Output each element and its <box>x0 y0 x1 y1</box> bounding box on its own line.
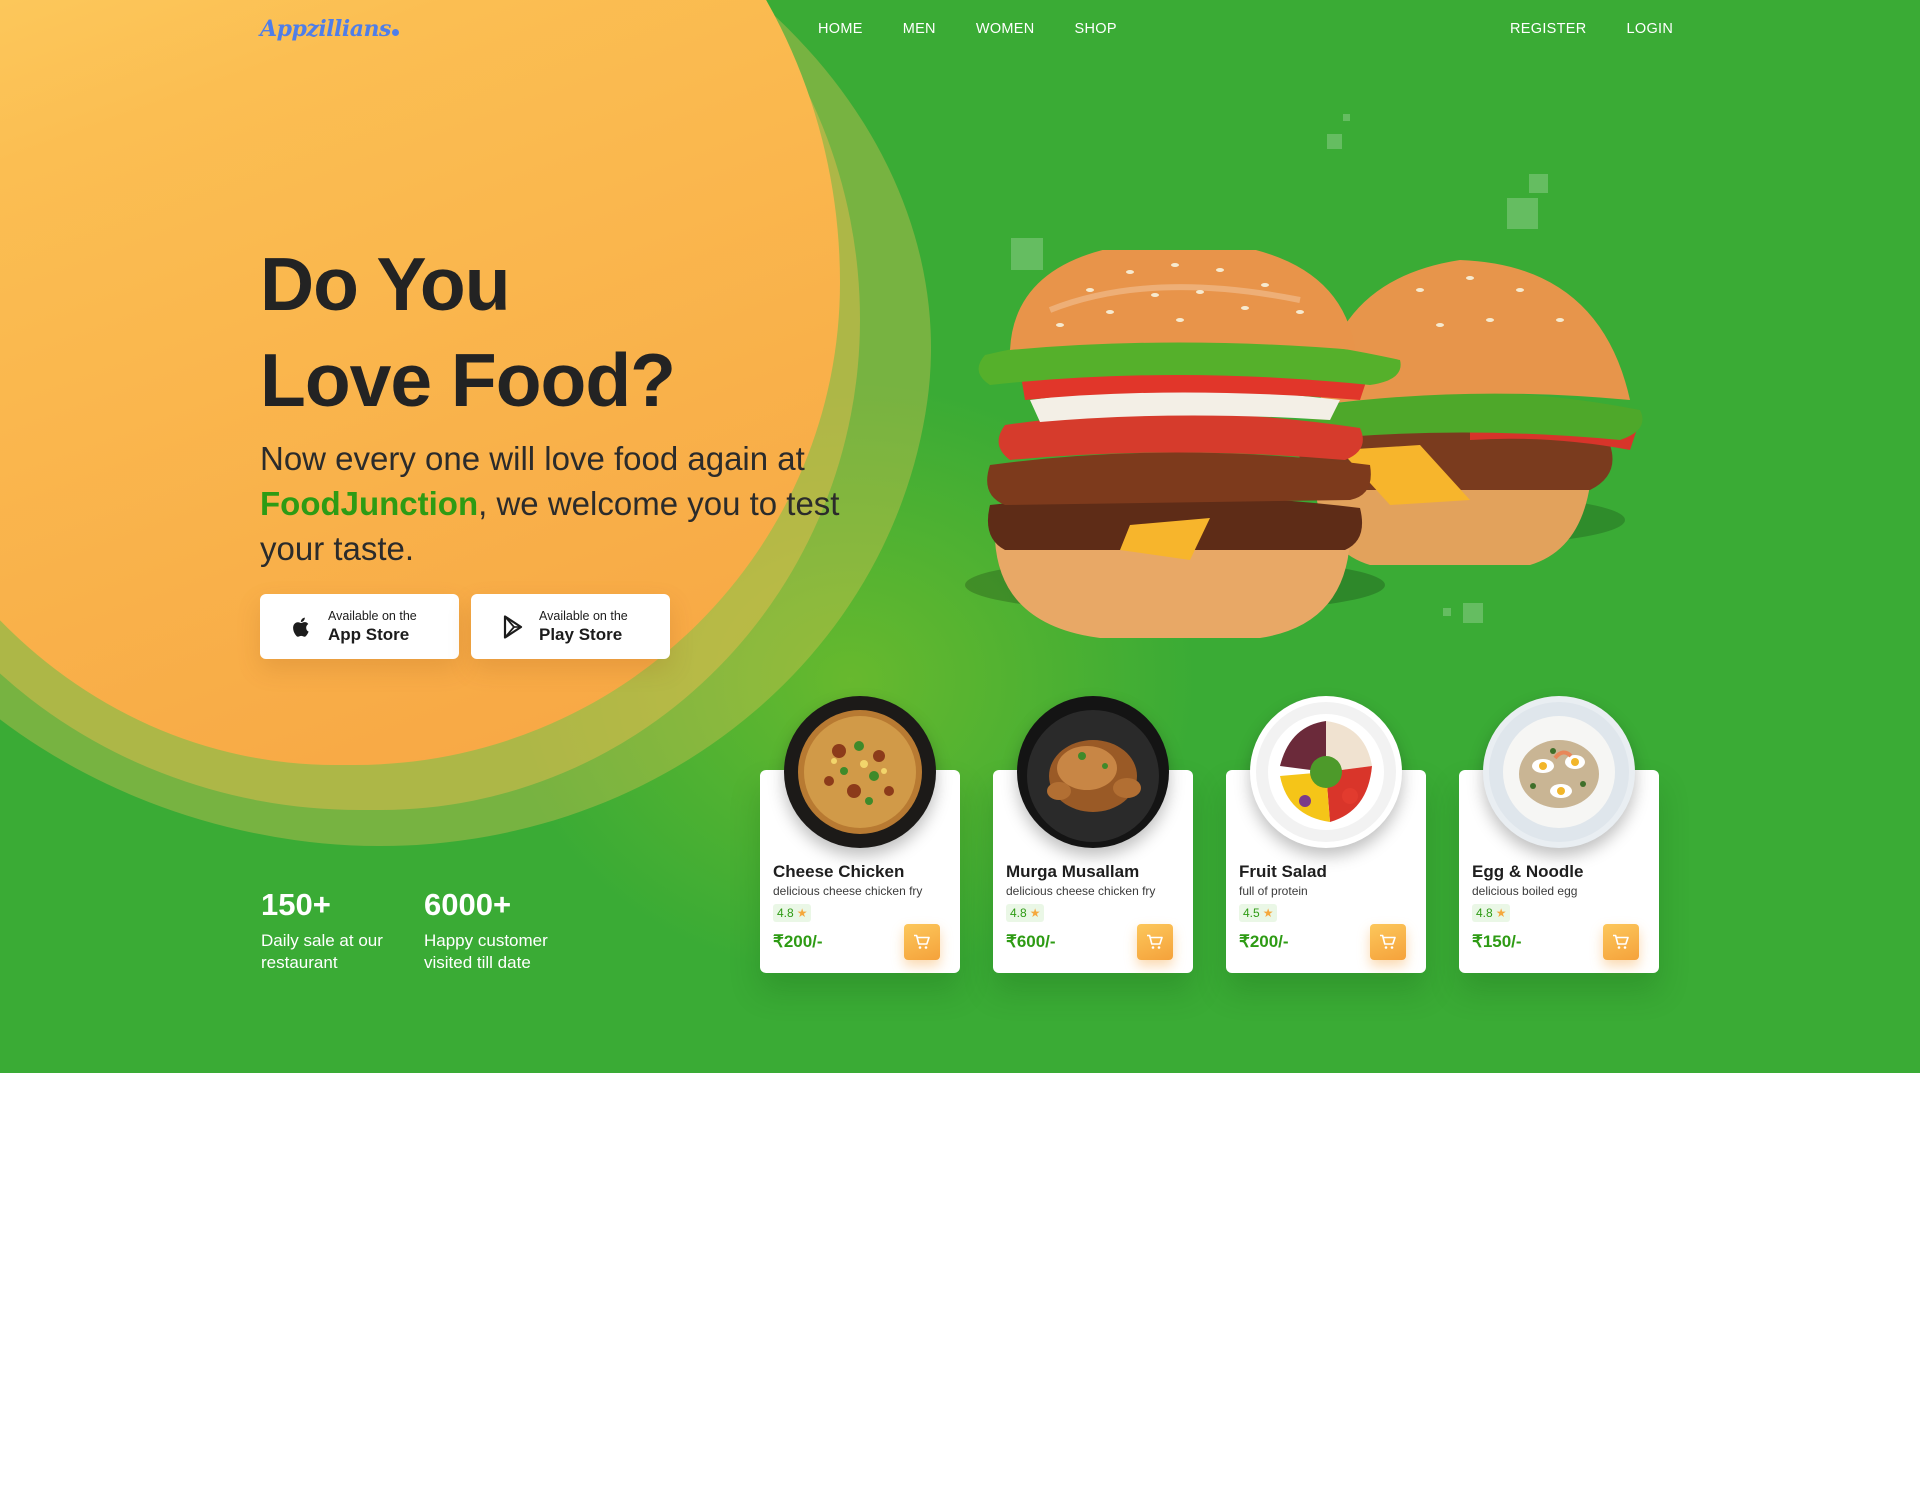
auth-nav: REGISTER LOGIN <box>1510 21 1673 37</box>
rating-value: 4.8 <box>1010 906 1027 920</box>
logo-dot <box>391 29 399 36</box>
brand-logo[interactable]: Appzillians <box>260 16 399 48</box>
rating-badge: 4.8 ★ <box>1006 904 1045 922</box>
murga-musallam-image <box>1017 696 1169 848</box>
dish-price: ₹600/- <box>1006 932 1056 951</box>
play-store-button[interactable]: Available on the Play Store <box>471 594 670 659</box>
app-store-small: Available on the <box>328 608 417 623</box>
subtitle-brand-name: FoodJunction <box>260 485 479 522</box>
rating-badge: 4.8 ★ <box>1472 904 1511 922</box>
hero-headline: Do You Love Food? <box>260 236 900 428</box>
rating-value: 4.8 <box>777 906 794 920</box>
dish-description: delicious boiled egg <box>1472 884 1578 898</box>
dish-description: delicious cheese chicken fry <box>1006 884 1156 898</box>
stat-label: Daily sale at our restaurant <box>261 931 383 972</box>
decor-square <box>1529 174 1548 193</box>
fruit-salad-image <box>1250 696 1402 848</box>
dish-name: Cheese Chicken <box>773 862 905 881</box>
add-to-cart-button[interactable] <box>1603 924 1639 960</box>
subtitle-text: Now every one will love food again at <box>260 440 805 477</box>
dish-name: Egg & Noodle <box>1472 862 1584 881</box>
decor-square <box>1343 114 1350 121</box>
stat-value: 6000+ <box>424 887 512 922</box>
main-nav: HOME MEN WOMEN SHOP <box>818 21 1117 37</box>
stat-label: Happy customer visited till date <box>424 931 548 972</box>
brand-logo-text: Appzillians <box>260 16 391 42</box>
burger-illustration <box>965 250 1643 638</box>
cart-icon <box>914 934 930 949</box>
dish-price: ₹150/- <box>1472 932 1522 951</box>
rating-value: 4.5 <box>1243 906 1260 920</box>
app-store-label: App Store <box>328 624 410 644</box>
stat-value: 150+ <box>261 887 331 922</box>
add-to-cart-button[interactable] <box>904 924 940 960</box>
hero-section: Appzillians HOME MEN WOMEN SHOP REGISTER… <box>0 0 1920 1073</box>
dish-price: ₹200/- <box>1239 932 1289 951</box>
dish-name: Fruit Salad <box>1239 862 1327 881</box>
add-to-cart-button[interactable] <box>1137 924 1173 960</box>
cart-icon <box>1147 934 1163 949</box>
decor-square <box>1507 198 1538 229</box>
nav-women[interactable]: WOMEN <box>976 21 1035 37</box>
decor-square <box>1327 134 1342 149</box>
stat-happy-customers: 6000+ Happy customer visited till date <box>424 886 584 974</box>
cheese-chicken-image <box>784 696 936 848</box>
play-store-label: Play Store <box>539 624 623 644</box>
headline-line-2: Love Food? <box>260 338 676 422</box>
star-icon: ★ <box>1495 906 1507 920</box>
add-to-cart-button[interactable] <box>1370 924 1406 960</box>
nav-shop[interactable]: SHOP <box>1075 21 1117 37</box>
dish-price: ₹200/- <box>773 932 823 951</box>
app-store-button[interactable]: Available on the App Store <box>260 594 459 659</box>
star-icon: ★ <box>796 906 808 920</box>
rating-value: 4.8 <box>1476 906 1493 920</box>
play-store-small: Available on the <box>539 608 628 623</box>
apple-icon <box>290 615 314 639</box>
star-icon: ★ <box>1262 906 1274 920</box>
star-icon: ★ <box>1029 906 1041 920</box>
stat-daily-sale: 150+ Daily sale at our restaurant <box>261 886 421 974</box>
nav-men[interactable]: MEN <box>903 21 936 37</box>
cart-icon <box>1380 934 1396 949</box>
nav-register[interactable]: REGISTER <box>1510 21 1587 37</box>
app-store-text: Available on the App Store <box>328 609 417 645</box>
play-store-icon <box>501 614 525 639</box>
dish-description: full of protein <box>1239 884 1308 898</box>
play-store-text: Available on the Play Store <box>539 609 628 645</box>
dish-description: delicious cheese chicken fry <box>773 884 923 898</box>
nav-home[interactable]: HOME <box>818 21 863 37</box>
rating-badge: 4.8 ★ <box>773 904 812 922</box>
hero-subtitle: Now every one will love food again at Fo… <box>260 436 880 571</box>
rating-badge: 4.5 ★ <box>1239 904 1278 922</box>
headline-line-1: Do You <box>260 242 511 326</box>
egg-noodle-image <box>1483 696 1635 848</box>
nav-login[interactable]: LOGIN <box>1627 21 1674 37</box>
dish-name: Murga Musallam <box>1006 862 1140 881</box>
cart-icon <box>1613 934 1629 949</box>
